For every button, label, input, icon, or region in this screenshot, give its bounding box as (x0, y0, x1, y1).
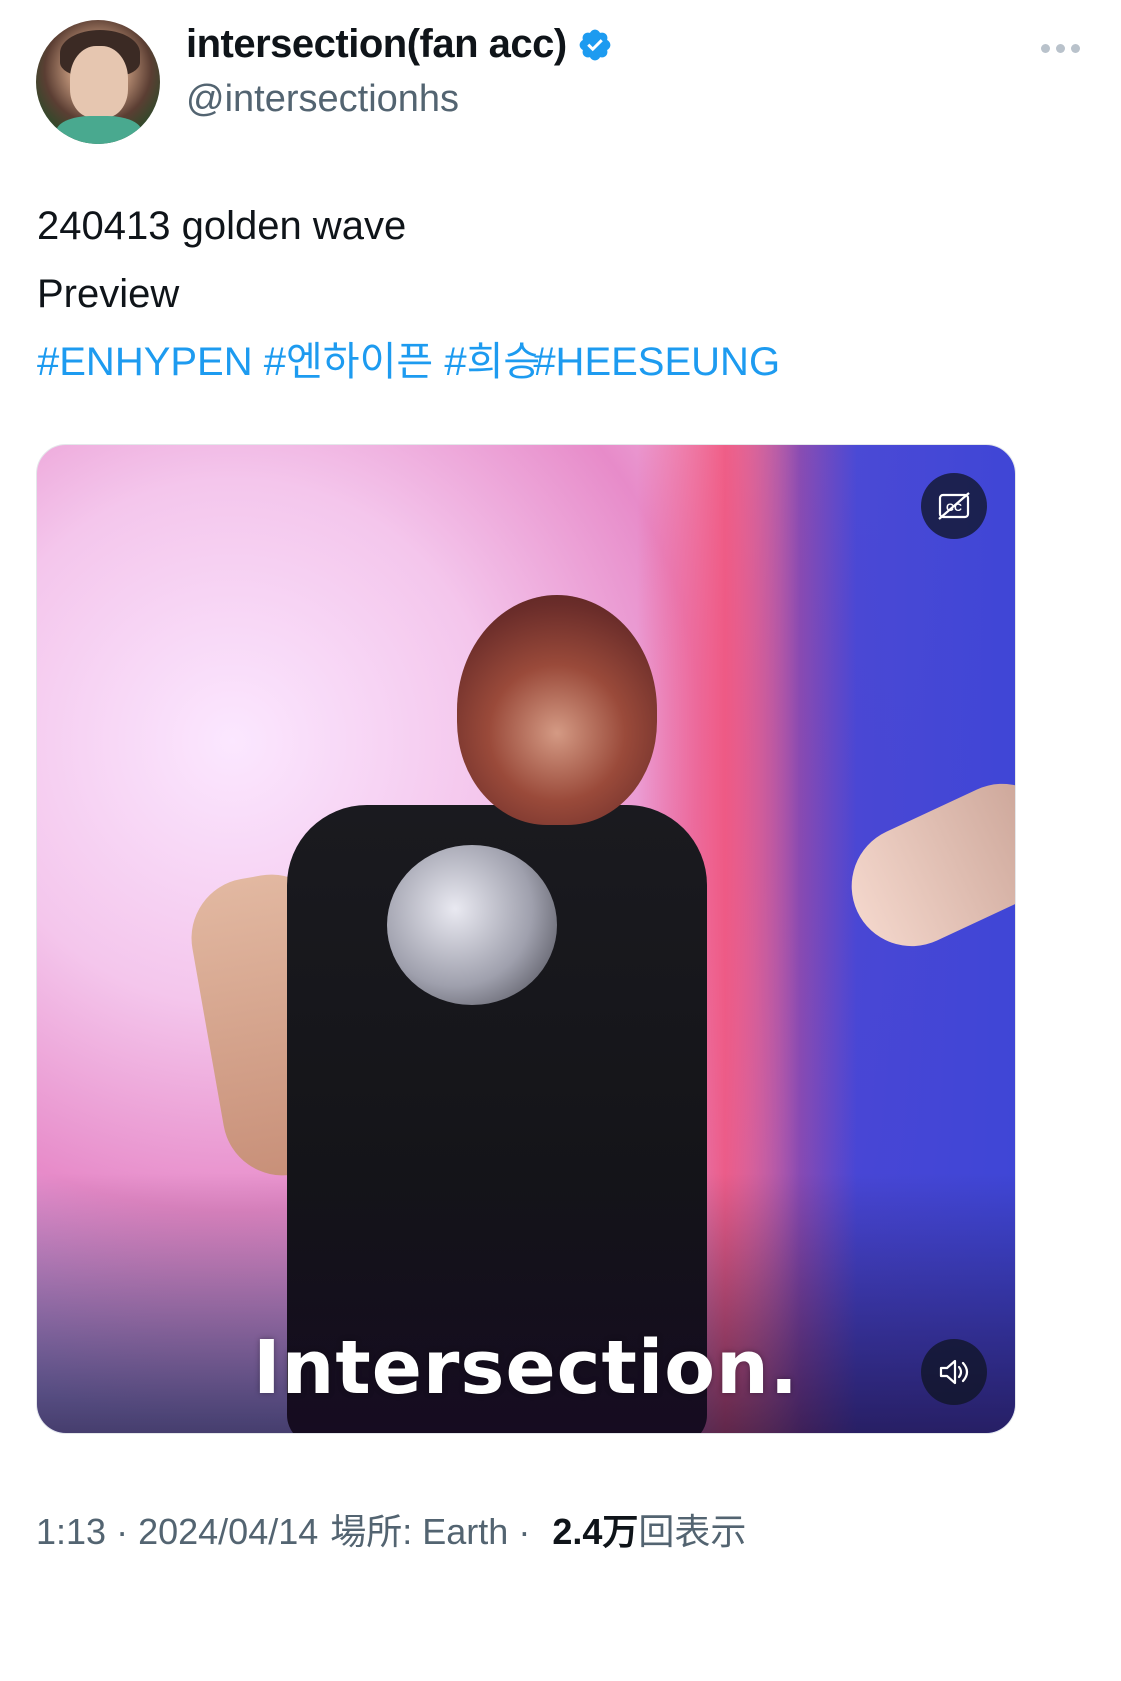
author-display-name[interactable]: intersection(fan acc) (186, 22, 567, 67)
sound-toggle-button[interactable] (921, 1339, 987, 1405)
hashtag-heeseung-korean[interactable]: #희승 (444, 340, 540, 384)
tweet-location: 場所: Earth (330, 1511, 509, 1552)
views-count[interactable]: 2.4万 (552, 1503, 638, 1555)
avatar-shirt (56, 116, 142, 144)
meta-separator: · (518, 1511, 531, 1552)
hashtag-heeseung[interactable]: #HEESEUNG (533, 340, 780, 384)
tweet-date[interactable]: 2024/04/14 (138, 1511, 318, 1553)
dancer-hands (387, 845, 557, 1005)
captions-toggle-button[interactable]: CC (921, 473, 987, 539)
verified-badge-icon (579, 29, 611, 60)
captions-off-icon: CC (938, 492, 970, 520)
tweet-line-2: Preview (37, 272, 180, 316)
video-player[interactable]: Intersection. CC (36, 444, 1016, 1434)
hashtag-enhypen-korean[interactable]: #엔하이픈 (264, 340, 433, 384)
tweet-header: intersection(fan acc) @intersectionhs (36, 8, 1085, 144)
avatar-face (70, 46, 128, 118)
dancer-head (457, 595, 657, 825)
avatar[interactable] (36, 20, 160, 144)
tweet-line-1: 240413 golden wave (37, 204, 407, 248)
tweet-time[interactable]: 1:13 (36, 1511, 106, 1553)
video-watermark-caption: Intersection. (253, 1325, 799, 1411)
tweet-meta: 1:13 · 2024/04/14 場所: Earth · 2.4万 回表示 (36, 1503, 1085, 1555)
second-dancer-arm (831, 764, 1015, 966)
sound-on-icon (939, 1359, 969, 1385)
hashtag-list: #ENHYPEN #엔하이픈 #희승 #HEESEUNG (37, 328, 1081, 396)
hashtag-enhypen[interactable]: #ENHYPEN (37, 340, 253, 384)
views-label[interactable]: 回表示 (638, 1503, 746, 1555)
meta-separator: · (116, 1511, 129, 1552)
tweet-text: 240413 golden wave Preview #ENHYPEN #엔하이… (37, 192, 1081, 396)
author-name-row[interactable]: intersection(fan acc) (186, 22, 613, 67)
author-handle[interactable]: @intersectionhs (186, 78, 459, 121)
more-options-icon[interactable] (1041, 38, 1085, 58)
